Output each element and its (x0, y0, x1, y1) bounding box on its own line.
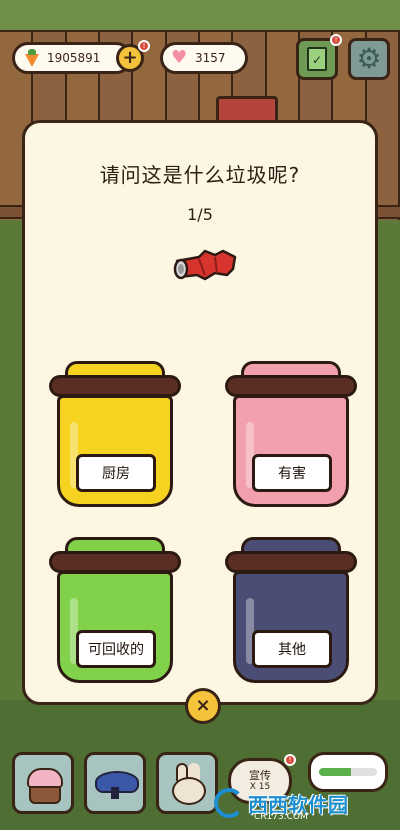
bunny-button[interactable] (156, 752, 218, 814)
progress-fill (319, 768, 351, 776)
watermark-logo-icon (214, 788, 244, 818)
kitchen-waste-bin[interactable]: 厨房 (49, 361, 181, 509)
carrot-count: 1905891 (47, 51, 101, 65)
site-watermark: 西西软件园 CR173.COM (214, 780, 382, 826)
bin-label: 可回收的 (76, 630, 156, 668)
bin-label: 有害 (252, 454, 332, 492)
recyclable-waste-bin[interactable]: 可回收的 (49, 537, 181, 685)
promote-badge: ! (284, 754, 296, 766)
other-waste-bin[interactable]: 其他 (225, 537, 357, 685)
bin-lid (225, 551, 357, 573)
bin-lid (49, 551, 181, 573)
bin-lid (49, 375, 181, 397)
bin-lid (225, 375, 357, 397)
food-shop-button[interactable] (12, 752, 74, 814)
question-progress: 1/5 (187, 205, 213, 224)
bin-label: 厨房 (76, 454, 156, 492)
settings-button[interactable]: ⚙ (348, 38, 390, 80)
bin-body: 厨房 (57, 395, 173, 507)
carrot-icon (23, 49, 41, 67)
notification-badge: ! (138, 40, 150, 52)
carrot-counter: 1905891 (12, 42, 132, 74)
hazardous-waste-bin[interactable]: 有害 (225, 361, 357, 509)
table-icon (95, 767, 139, 799)
bunny-icon (170, 763, 206, 805)
bin-body: 其他 (233, 571, 349, 683)
bin-label: 其他 (252, 630, 332, 668)
sorting-quiz-dialog: 请问这是什么垃圾呢? 1/5 厨房 有害 可回收的 其他 × (22, 120, 378, 724)
crushed-soda-can-icon (173, 249, 237, 281)
task-badge: ! (330, 34, 342, 46)
progress-track (319, 768, 377, 776)
question-title: 请问这是什么垃圾呢? (99, 163, 301, 187)
checklist-icon (307, 47, 327, 71)
furniture-shop-button[interactable] (84, 752, 146, 814)
heart-count: 3157 (195, 51, 226, 65)
close-button[interactable]: × (185, 688, 221, 724)
gear-icon: ⚙ (356, 42, 382, 75)
heart-icon: ♥ (171, 47, 188, 68)
watermark-domain: CR173.COM (254, 812, 308, 822)
bin-body: 有害 (233, 395, 349, 507)
bin-body: 可回收的 (57, 571, 173, 683)
heart-counter: ♥ 3157 (160, 42, 248, 74)
cupcake-icon (25, 766, 63, 804)
